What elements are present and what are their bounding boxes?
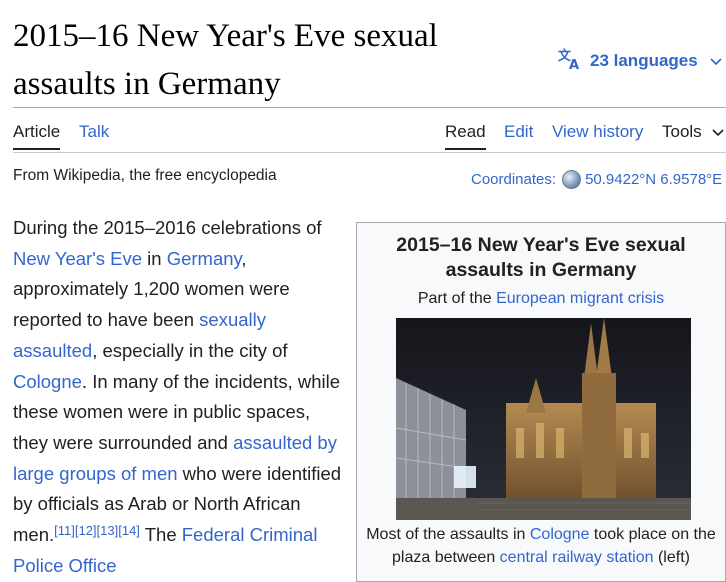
text: Most of the assaults in <box>366 526 530 543</box>
text: , especially in the city of <box>92 339 288 361</box>
tagline: From Wikipedia, the free encyclopedia <box>13 167 277 184</box>
tools-label: Tools <box>662 122 702 141</box>
text: Part of the <box>417 290 497 307</box>
citation-13[interactable]: [13] <box>97 523 119 538</box>
infobox-part-of: Part of the European migrant crisis <box>357 290 725 308</box>
link-cologne-caption[interactable]: Cologne <box>530 526 590 543</box>
text: (left) <box>653 549 690 566</box>
tab-talk[interactable]: Talk <box>79 122 109 142</box>
lead-paragraph: During the 2015–2016 celebrations of New… <box>13 213 345 581</box>
chevron-down-icon <box>712 122 724 142</box>
infobox-caption: Most of the assaults in Cologne took pla… <box>365 523 717 569</box>
languages-label: 23 languages <box>590 51 698 70</box>
text: in <box>142 247 167 269</box>
translate-icon: 文 A <box>558 48 582 75</box>
link-new-years-eve[interactable]: New Year's Eve <box>13 248 142 269</box>
text: During the 2015–2016 celebrations of <box>13 217 322 238</box>
globe-icon[interactable] <box>562 170 582 189</box>
infobox: 2015–16 New Year's Eve sexual assaults i… <box>356 222 726 582</box>
svg-text:A: A <box>569 58 579 70</box>
citation-14[interactable]: [14] <box>118 523 140 538</box>
tab-article[interactable]: Article <box>13 122 61 150</box>
citation-11[interactable]: [11] <box>54 523 75 538</box>
title-divider <box>13 107 726 108</box>
tabs-divider <box>13 152 726 153</box>
tab-view-history[interactable]: View history <box>552 122 643 142</box>
page-title: 2015–16 New Year's Eve sexual assaults i… <box>13 18 438 102</box>
text: The <box>139 524 182 546</box>
coordinates-label: Coordinates: <box>471 171 557 188</box>
cologne-cathedral-image[interactable] <box>396 318 691 520</box>
languages-button[interactable]: 文 A 23 languages <box>558 48 722 74</box>
link-germany[interactable]: Germany <box>167 248 242 269</box>
link-european-migrant-crisis[interactable]: European migrant crisis <box>496 290 664 307</box>
tools-menu[interactable]: Tools <box>662 122 724 142</box>
chevron-down-icon <box>710 53 722 69</box>
citation-12[interactable]: [12] <box>75 523 97 538</box>
tab-edit[interactable]: Edit <box>504 122 533 142</box>
link-central-railway-station[interactable]: central railway station <box>500 549 654 566</box>
coordinates: Coordinates: 50.9422°N 6.9578°E <box>471 170 722 189</box>
link-cologne[interactable]: Cologne <box>13 371 82 392</box>
tab-read[interactable]: Read <box>445 122 486 150</box>
coordinates-link[interactable]: 50.9422°N 6.9578°E <box>585 171 722 188</box>
infobox-title: 2015–16 New Year's Eve sexual assaults i… <box>396 234 686 281</box>
